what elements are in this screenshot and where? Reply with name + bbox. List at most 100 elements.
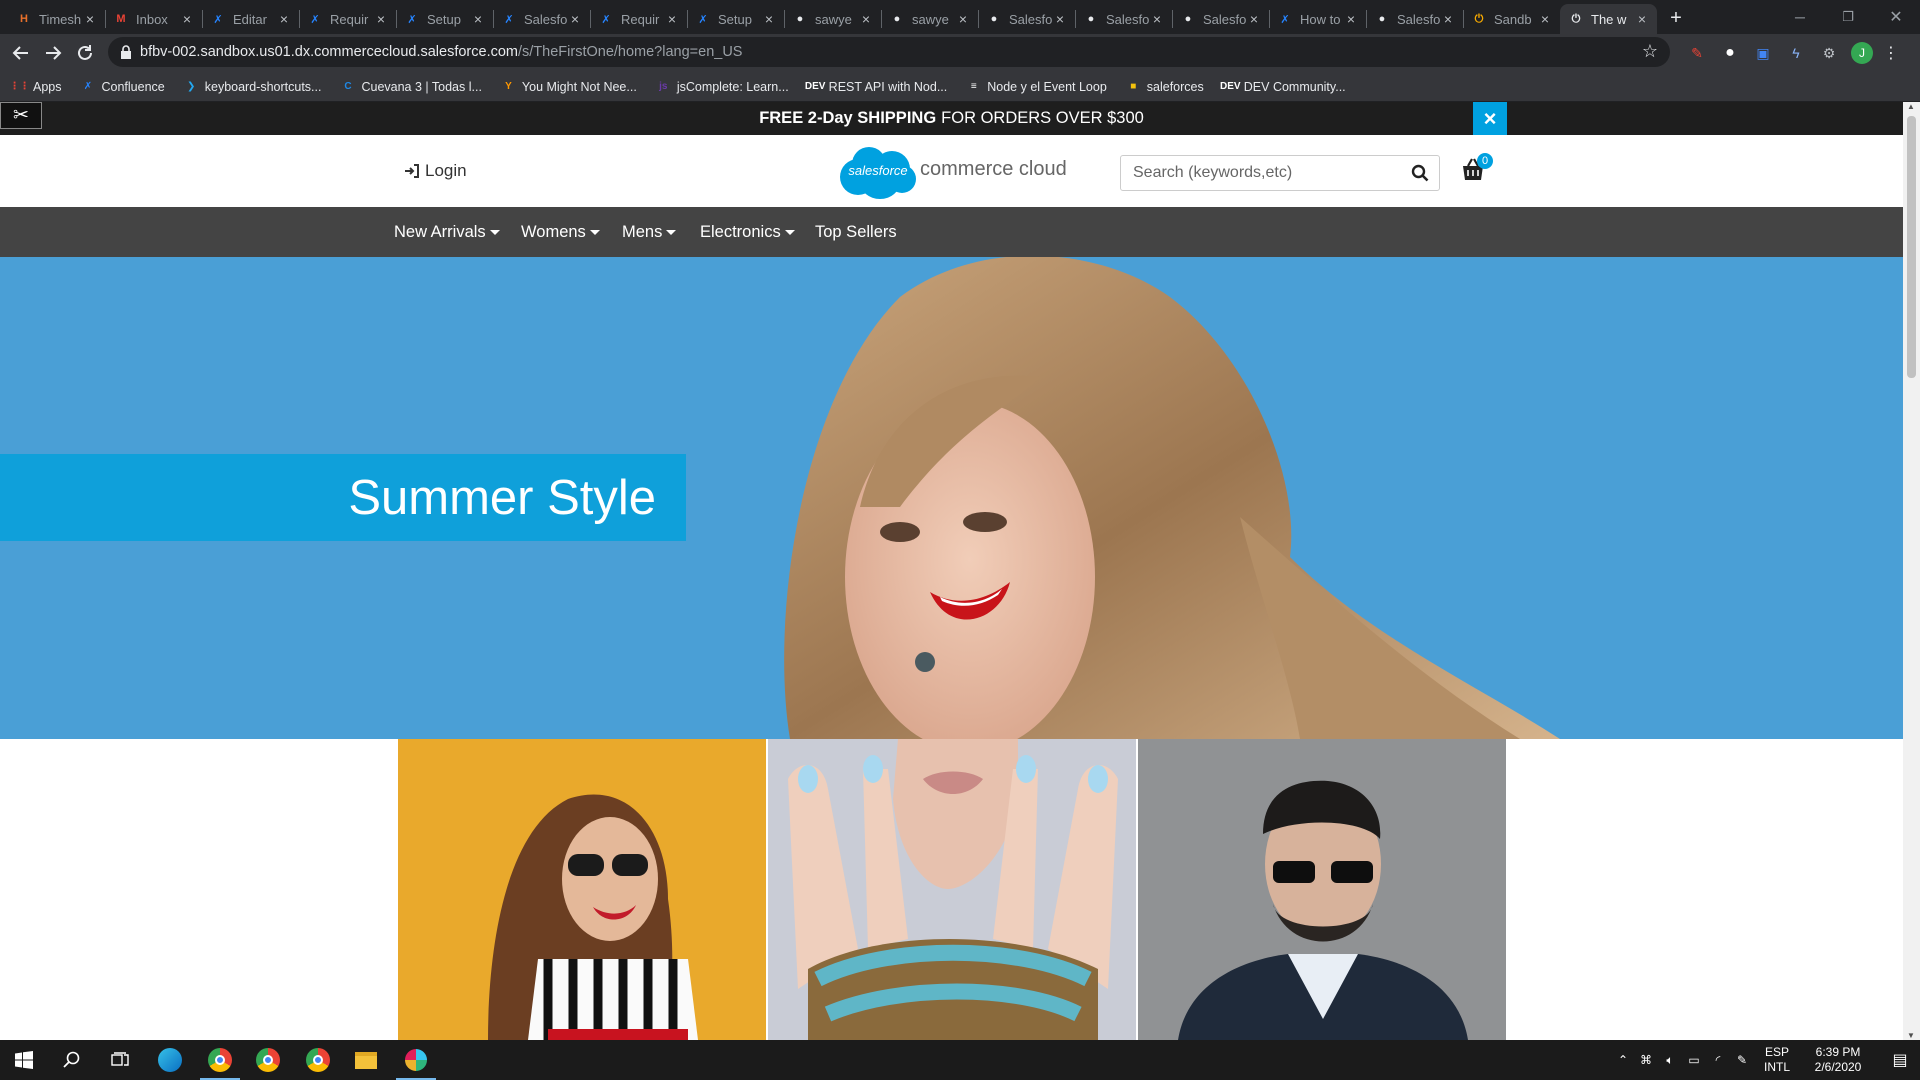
tab-close-icon[interactable]: ×	[83, 11, 97, 27]
bookmark-item[interactable]: DEV DEV Community...	[1220, 79, 1346, 94]
tab-close-icon[interactable]: ×	[374, 11, 388, 27]
task-view-button[interactable]	[96, 1040, 144, 1080]
new-tab-button[interactable]: +	[1663, 5, 1689, 31]
extension-bolt-icon[interactable]: ϟ	[1785, 42, 1807, 64]
tab-close-icon[interactable]: ×	[180, 11, 194, 27]
scroll-down-arrow-icon[interactable]: ▼	[1907, 1031, 1915, 1040]
confluence-icon: ✗	[504, 13, 514, 26]
tab-close-icon[interactable]: ×	[1344, 11, 1358, 27]
minimize-button[interactable]: ─	[1776, 0, 1824, 34]
tab-close-icon[interactable]: ×	[1441, 11, 1455, 27]
search-taskbar-button[interactable]	[48, 1040, 96, 1080]
tab-close-icon[interactable]: ×	[1150, 11, 1164, 27]
browser-tab[interactable]: ✗ Setup ×	[687, 4, 784, 34]
bookmark-item[interactable]: js jsComplete: Learn...	[656, 79, 789, 94]
tray-battery-icon[interactable]: ▭	[1682, 1053, 1706, 1067]
tab-close-icon[interactable]: ×	[956, 11, 970, 27]
woman-sunglasses-tile[interactable]	[398, 739, 766, 1040]
tab-close-icon[interactable]: ×	[1247, 11, 1261, 27]
taskbar-file-explorer[interactable]	[342, 1040, 390, 1080]
browser-tab[interactable]: ● Salesfo ×	[1172, 4, 1269, 34]
nav-item[interactable]: Womens	[521, 207, 600, 257]
nav-item[interactable]: Top Sellers	[815, 207, 897, 257]
confluence-icon: ✗	[698, 13, 708, 26]
extension-gear-icon[interactable]: ⚙	[1818, 42, 1840, 64]
profile-avatar[interactable]: J	[1851, 42, 1873, 64]
tray-wifi-icon[interactable]: ◜	[1706, 1053, 1730, 1067]
tab-close-icon[interactable]: ×	[471, 11, 485, 27]
bookmark-item[interactable]: ✗ Confluence	[81, 79, 165, 94]
browser-tab[interactable]: ✗ Requir ×	[299, 4, 396, 34]
browser-tab[interactable]: ● Salesfo ×	[978, 4, 1075, 34]
nails-bracelet-tile[interactable]	[768, 739, 1136, 1040]
promo-close-button[interactable]: ×	[1473, 102, 1507, 135]
back-button[interactable]	[8, 40, 34, 66]
extension-pencil-icon[interactable]: ✎	[1686, 42, 1708, 64]
browser-tab[interactable]: ⏻ The w ×	[1560, 4, 1657, 34]
bookmark-item[interactable]: ≡ Node y el Event Loop	[966, 79, 1107, 94]
taskbar-edge[interactable]	[146, 1040, 194, 1080]
tab-close-icon[interactable]: ×	[665, 11, 679, 27]
tray-speaker-icon[interactable]: 🔈︎	[1658, 1053, 1682, 1068]
page-scrollbar[interactable]: ▲ ▼	[1903, 102, 1920, 1040]
tab-title: sawye	[815, 11, 852, 27]
site-logo[interactable]: salesforce commerce cloud	[838, 145, 1067, 199]
bookmark-star-icon[interactable]: ☆	[1642, 41, 1658, 62]
browser-tab[interactable]: ● sawye ×	[784, 4, 881, 34]
browser-tab[interactable]: ✗ Salesfo ×	[493, 4, 590, 34]
extension-translate-icon[interactable]: ▣	[1752, 42, 1774, 64]
forward-button[interactable]	[40, 40, 66, 66]
storefront-toolkit-icon[interactable]: ✂	[0, 102, 42, 129]
search-icon[interactable]	[1411, 164, 1429, 182]
man-sunglasses-tile[interactable]	[1138, 739, 1506, 1040]
bookmark-item[interactable]: C Cuevana 3 | Todas l...	[340, 79, 482, 94]
browser-tab[interactable]: ● Salesfo ×	[1075, 4, 1172, 34]
close-window-button[interactable]: ✕	[1872, 0, 1920, 34]
bookmark-item[interactable]: ■ saleforces	[1126, 79, 1204, 94]
login-link[interactable]: Login	[404, 161, 467, 181]
nav-item[interactable]: Electronics	[700, 207, 795, 257]
browser-tab[interactable]: ✗ Setup ×	[396, 4, 493, 34]
extension-circle-icon[interactable]: ●	[1719, 42, 1741, 64]
start-button[interactable]	[0, 1040, 48, 1080]
tab-close-icon[interactable]: ×	[762, 11, 776, 27]
tab-close-icon[interactable]: ×	[1635, 11, 1649, 27]
taskbar-chrome-3[interactable]	[294, 1040, 342, 1080]
nav-item[interactable]: New Arrivals	[394, 207, 500, 257]
tray-chevron-icon[interactable]: ⌃	[1612, 1053, 1634, 1067]
input-language[interactable]: ESP INTL	[1758, 1045, 1796, 1075]
bookmark-item[interactable]: ❯ keyboard-shortcuts...	[184, 79, 321, 94]
tab-close-icon[interactable]: ×	[859, 11, 873, 27]
bookmark-item[interactable]: Y You Might Not Nee...	[501, 79, 637, 94]
tab-close-icon[interactable]: ×	[1538, 11, 1552, 27]
chrome-menu-icon[interactable]: ⋮	[1883, 42, 1899, 64]
scroll-up-arrow-icon[interactable]: ▲	[1907, 102, 1915, 111]
tray-pen-icon[interactable]: ✎	[1730, 1053, 1754, 1067]
hero-banner[interactable]: Summer Style	[0, 257, 1903, 739]
restore-button[interactable]: ❐	[1824, 0, 1872, 34]
nav-item[interactable]: Mens	[622, 207, 677, 257]
tab-close-icon[interactable]: ×	[568, 11, 582, 27]
browser-tab[interactable]: H Timesh ×	[8, 4, 105, 34]
taskbar-slack[interactable]	[392, 1040, 440, 1080]
bookmark-item[interactable]: ⋮⋮ Apps	[10, 79, 62, 94]
taskbar-chrome-1[interactable]	[196, 1040, 244, 1080]
bookmark-item[interactable]: DEV REST API with Nod...	[805, 79, 947, 94]
browser-tab[interactable]: ✗ How to ×	[1269, 4, 1366, 34]
reload-button[interactable]	[72, 40, 98, 66]
browser-tab[interactable]: ● Salesfo ×	[1366, 4, 1463, 34]
clock[interactable]: 6:39 PM 2/6/2020	[1796, 1045, 1880, 1075]
tab-close-icon[interactable]: ×	[1053, 11, 1067, 27]
action-center-icon[interactable]: ▤	[1880, 1050, 1920, 1070]
address-bar[interactable]: bfbv-002.sandbox.us01.dx.commercecloud.s…	[108, 37, 1670, 67]
taskbar-chrome-2[interactable]	[244, 1040, 292, 1080]
tab-close-icon[interactable]: ×	[277, 11, 291, 27]
scroll-thumb[interactable]	[1907, 116, 1916, 378]
browser-tab[interactable]: M Inbox ×	[105, 4, 202, 34]
tray-network-share-icon[interactable]: ⌘	[1634, 1053, 1658, 1067]
search-input[interactable]: Search (keywords,etc)	[1120, 155, 1440, 191]
browser-tab[interactable]: ✗ Requir ×	[590, 4, 687, 34]
browser-tab[interactable]: ● sawye ×	[881, 4, 978, 34]
browser-tab[interactable]: ✗ Editar ×	[202, 4, 299, 34]
browser-tab[interactable]: ⏻ Sandb ×	[1463, 4, 1560, 34]
